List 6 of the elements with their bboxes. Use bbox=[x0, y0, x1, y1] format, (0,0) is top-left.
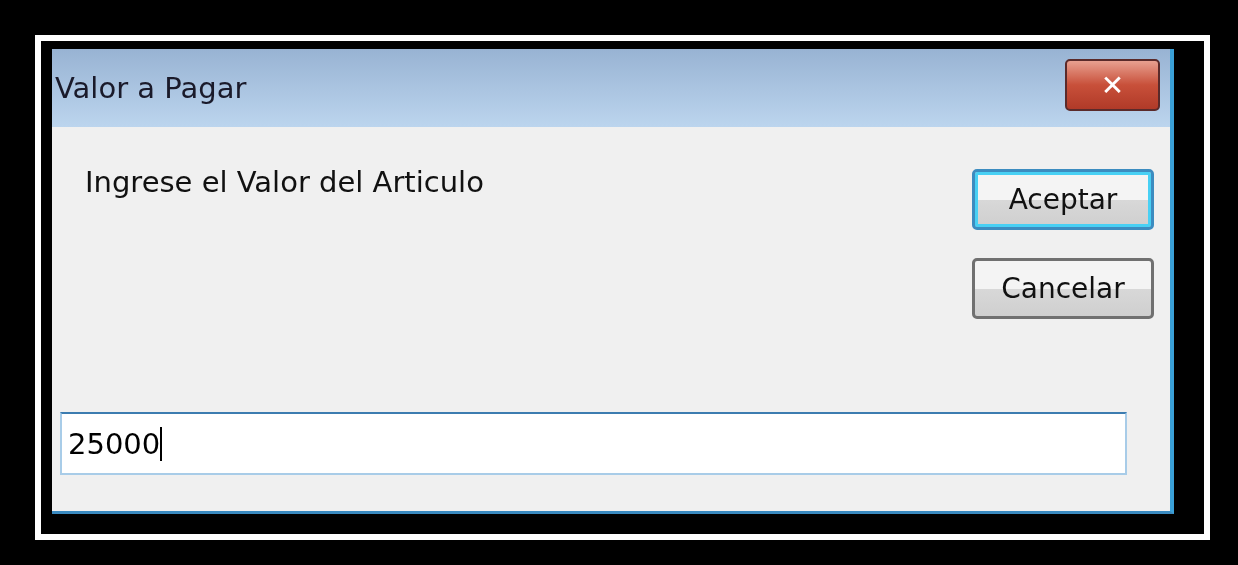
prompt-label: Ingrese el Valor del Articulo bbox=[85, 165, 484, 201]
close-button[interactable]: ✕ bbox=[1065, 59, 1160, 111]
input-field[interactable]: 25000 bbox=[60, 412, 1127, 475]
dialog-button[interactable]: Aceptar bbox=[972, 169, 1154, 230]
dialog-button[interactable]: Cancelar bbox=[972, 258, 1154, 319]
window-title: Valor a Pagar bbox=[55, 71, 247, 105]
